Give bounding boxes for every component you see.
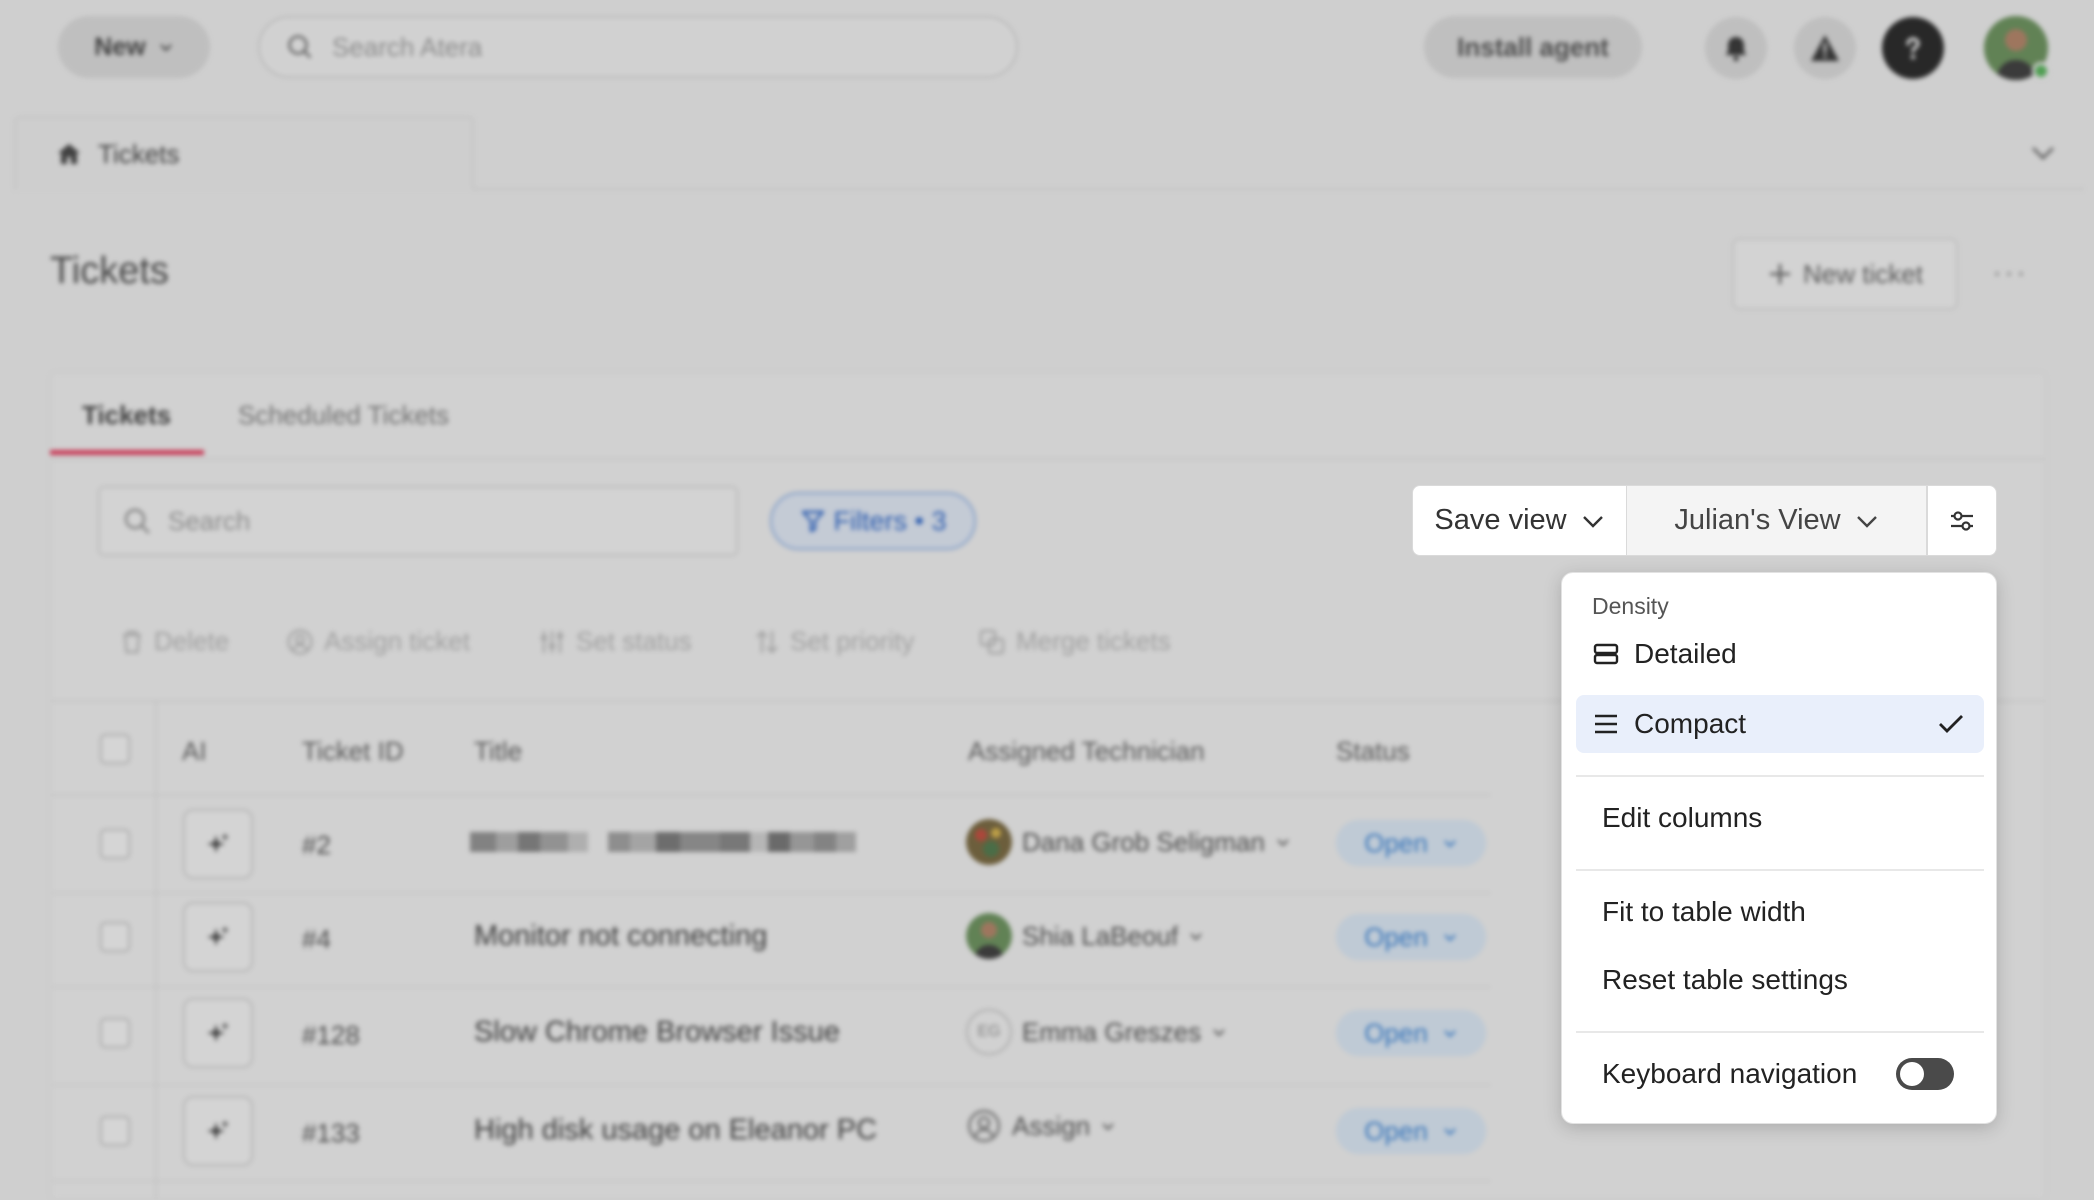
menu-divider: [1576, 1031, 1984, 1033]
checkmark-icon: [1939, 715, 1963, 733]
reset-table-settings-label: Reset table settings: [1602, 964, 1848, 995]
keyboard-navigation-label: Keyboard navigation: [1602, 1058, 1858, 1089]
chevron-down-icon: [1856, 515, 1877, 528]
edit-columns-option[interactable]: Edit columns: [1576, 789, 1984, 847]
density-detailed-option[interactable]: Detailed: [1576, 625, 1984, 683]
edit-columns-label: Edit columns: [1602, 802, 1763, 833]
current-view-label: Julian's View: [1674, 504, 1841, 536]
chevron-down-icon: [1582, 515, 1603, 528]
density-compact-label: Compact: [1634, 708, 1747, 739]
view-controls: Save view Julian's View: [1412, 485, 1997, 556]
density-heading: Density: [1592, 593, 1669, 619]
density-compact-option[interactable]: Compact: [1576, 695, 1984, 753]
rows-compact-icon: [1595, 714, 1617, 734]
menu-divider: [1576, 869, 1984, 871]
fit-to-table-width-label: Fit to table width: [1602, 896, 1806, 927]
menu-divider: [1576, 775, 1984, 777]
sliders-icon: [1951, 510, 1973, 531]
fit-to-table-width-option[interactable]: Fit to table width: [1576, 883, 1984, 941]
current-view-dropdown[interactable]: Julian's View: [1627, 485, 1927, 556]
keyboard-navigation-option[interactable]: Keyboard navigation: [1576, 1045, 1984, 1103]
rows-detailed-icon: [1593, 643, 1619, 665]
table-settings-button[interactable]: [1927, 485, 1997, 556]
density-detailed-label: Detailed: [1634, 638, 1737, 669]
save-view-label: Save view: [1434, 504, 1567, 536]
toggle-knob: [1900, 1062, 1924, 1086]
keyboard-navigation-toggle[interactable]: [1896, 1058, 1954, 1090]
save-view-dropdown[interactable]: Save view: [1412, 485, 1627, 556]
reset-table-settings-option[interactable]: Reset table settings: [1576, 951, 1984, 1009]
table-settings-menu: Density Detailed Compact Edit columns Fi…: [1561, 572, 1997, 1124]
